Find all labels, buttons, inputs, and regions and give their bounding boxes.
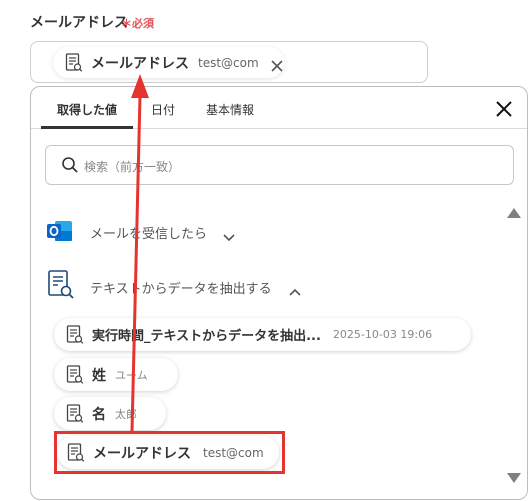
list-item[interactable]: 実行時間_テキストからデータを抽出... 2025-10-03 19:06 xyxy=(54,318,471,351)
required-badge: ＊必須 xyxy=(121,17,154,30)
chip-value: test@com xyxy=(198,55,259,70)
item-value: ユーム xyxy=(115,368,148,382)
document-icon xyxy=(66,403,84,424)
document-icon xyxy=(66,324,84,345)
scroll-up-icon[interactable] xyxy=(507,208,521,218)
document-icon xyxy=(65,52,83,73)
chip-label: メールアドレス xyxy=(91,55,189,72)
item-label: 実行時間_テキストからデータを抽出... xyxy=(92,329,321,344)
tab-acquired-values[interactable]: 取得した値 xyxy=(57,101,117,118)
chevron-down-icon[interactable] xyxy=(223,227,235,246)
list-item[interactable]: 姓 ユーム xyxy=(54,358,178,391)
tab-date[interactable]: 日付 xyxy=(151,101,175,118)
tab-basic-info[interactable]: 基本情報 xyxy=(206,101,254,118)
outlook-icon xyxy=(46,219,74,247)
scroll-down-icon[interactable] xyxy=(507,473,521,483)
item-label: 名 xyxy=(92,406,106,423)
search-placeholder: 検索（前方一致） xyxy=(84,160,181,174)
section-extract-text[interactable]: テキストからデータを抽出する xyxy=(90,278,272,297)
item-value: 2025-10-03 19:06 xyxy=(332,328,433,341)
extract-doc-icon xyxy=(47,270,75,304)
close-icon[interactable] xyxy=(495,100,513,118)
field-label: メールアドレス xyxy=(30,15,128,31)
document-icon xyxy=(66,364,84,385)
section-email-received[interactable]: メールを受信したら xyxy=(90,223,207,242)
item-label: 姓 xyxy=(92,367,106,384)
list-item[interactable]: 名 太郎 xyxy=(54,397,166,430)
item-value: 太郎 xyxy=(115,407,137,421)
active-tab-indicator xyxy=(41,126,133,129)
chevron-up-icon[interactable] xyxy=(289,281,301,300)
search-icon xyxy=(61,156,79,178)
highlight-box xyxy=(54,431,285,474)
selected-value-chip[interactable]: メールアドレス test@com xyxy=(53,47,284,78)
remove-chip-icon[interactable] xyxy=(271,57,283,72)
